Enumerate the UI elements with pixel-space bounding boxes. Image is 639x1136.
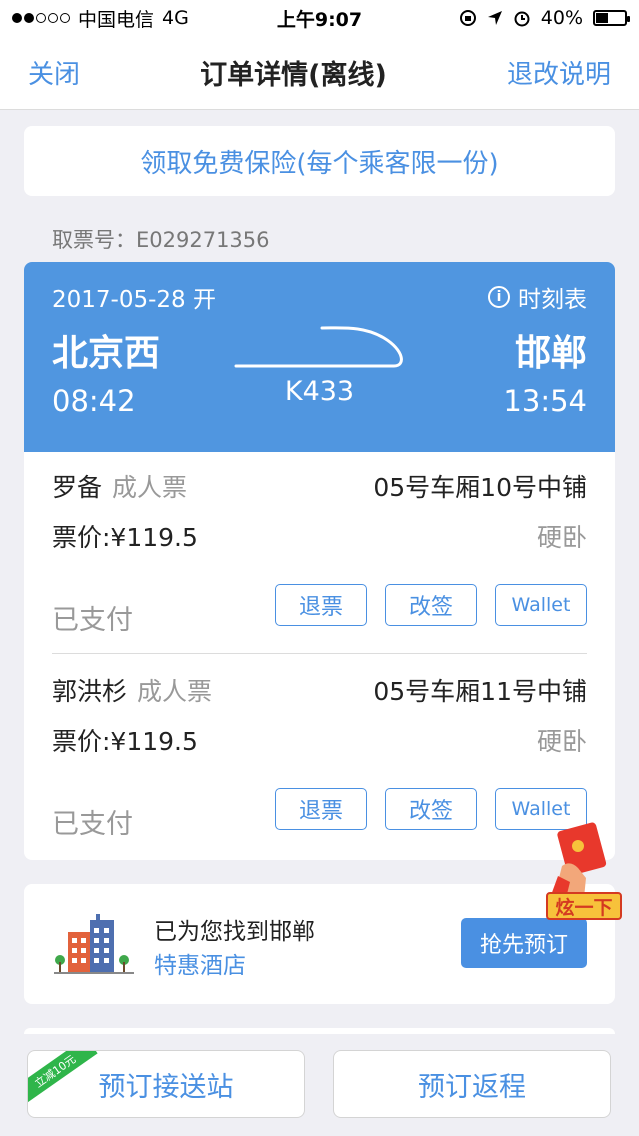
bottom-bar: 立减10元 预订接送站 预订返程: [0, 1034, 639, 1136]
payment-status: 已支付: [52, 605, 133, 636]
change-button[interactable]: 改签: [385, 584, 477, 626]
page-title: 订单详情(离线): [200, 60, 387, 91]
info-icon: i: [488, 286, 510, 308]
timetable-label: 时刻表: [518, 287, 587, 313]
book-return-label: 预订返程: [418, 1071, 526, 1103]
book-hotel-button[interactable]: 抢先预订: [461, 918, 587, 968]
departure-date: 2017-05-28 开: [52, 287, 216, 313]
seat-class: 硬卧: [536, 523, 587, 552]
hotel-building-icon: [54, 914, 134, 974]
book-shuttle-button[interactable]: 立减10元 预订接送站: [27, 1050, 305, 1118]
passenger-name-text: 郭洪杉: [52, 677, 128, 706]
refund-info-button[interactable]: 退改说明: [507, 54, 611, 91]
seat-info: 05号车厢10号中铺: [373, 473, 587, 502]
red-envelope-icon: [550, 822, 607, 898]
train-card: 2017-05-28 开 i 时刻表 北京西 邯郸 K433 08:42 13:…: [24, 262, 615, 860]
carrier-label: 中国电信: [78, 8, 155, 31]
ticket-price: 票价:¥119.5: [52, 523, 198, 552]
status-bar: 中国电信 4G 上午9:07 40%: [0, 0, 639, 36]
status-left: 中国电信 4G: [12, 5, 242, 32]
seat-info: 05号车厢11号中铺: [373, 677, 587, 706]
refund-button[interactable]: 退票: [275, 584, 367, 626]
train-route-icon: [234, 326, 403, 368]
passenger-name: 郭洪杉 成人票: [52, 672, 212, 708]
refund-button[interactable]: 退票: [275, 788, 367, 830]
hotel-card[interactable]: 已为您找到邯郸 特惠酒店 抢先预订: [24, 884, 615, 1004]
arrive-time: 13:54: [503, 384, 587, 418]
change-button[interactable]: 改签: [385, 788, 477, 830]
clock: 上午9:07: [276, 8, 363, 31]
discount-ribbon: 立减10元: [28, 1051, 98, 1106]
passenger-row: 郭洪杉 成人票 05号车厢11号中铺 票价:¥119.5 硬卧 已支付 退票 改签…: [52, 656, 587, 846]
timetable-button[interactable]: i 时刻表: [488, 280, 587, 314]
passenger-name: 罗备 成人票: [52, 468, 187, 504]
promo-label: 炫一下: [546, 892, 622, 920]
wallet-button[interactable]: Wallet: [495, 584, 587, 626]
hotel-title: 已为您找到邯郸: [154, 919, 315, 945]
divider: [52, 653, 587, 654]
from-station: 北京西: [52, 333, 161, 374]
status-right: 40%: [397, 7, 630, 29]
ticket-type: 成人票: [137, 677, 213, 706]
ticket-type: 成人票: [112, 473, 188, 502]
book-return-button[interactable]: 预订返程: [333, 1050, 611, 1118]
pickup-number: 取票号：E029271356: [52, 228, 270, 252]
promo-float[interactable]: 炫一下: [540, 820, 626, 924]
depart-time: 08:42: [52, 384, 136, 418]
network-label: 4G: [162, 7, 189, 29]
battery-icon: [593, 10, 630, 26]
ticket-price: 票价:¥119.5: [52, 727, 198, 756]
action-buttons: 退票 改签 Wallet: [275, 584, 587, 626]
battery-percent: 40%: [540, 7, 583, 29]
location-icon: [487, 11, 502, 25]
insurance-banner[interactable]: 领取免费保险(每个乘客限一份): [24, 126, 615, 196]
book-shuttle-label: 预订接送站: [98, 1071, 234, 1103]
rotation-lock-icon: [459, 10, 476, 26]
train-header: 2017-05-28 开 i 时刻表 北京西 邯郸 K433 08:42 13:…: [24, 262, 615, 452]
alarm-icon: [514, 11, 530, 27]
signal-icon: [12, 13, 70, 23]
payment-status: 已支付: [52, 809, 133, 840]
passenger-row: 罗备 成人票 05号车厢10号中铺 票价:¥119.5 硬卧 已支付 退票 改签 …: [52, 452, 587, 642]
to-station: 邯郸: [514, 333, 587, 374]
nav-bar: 关闭 订单详情(离线) 退改说明: [0, 36, 639, 110]
hotel-subtitle: 特惠酒店: [154, 953, 246, 979]
close-button[interactable]: 关闭: [28, 54, 80, 91]
passenger-name-text: 罗备: [52, 473, 103, 502]
seat-class: 硬卧: [536, 727, 587, 756]
